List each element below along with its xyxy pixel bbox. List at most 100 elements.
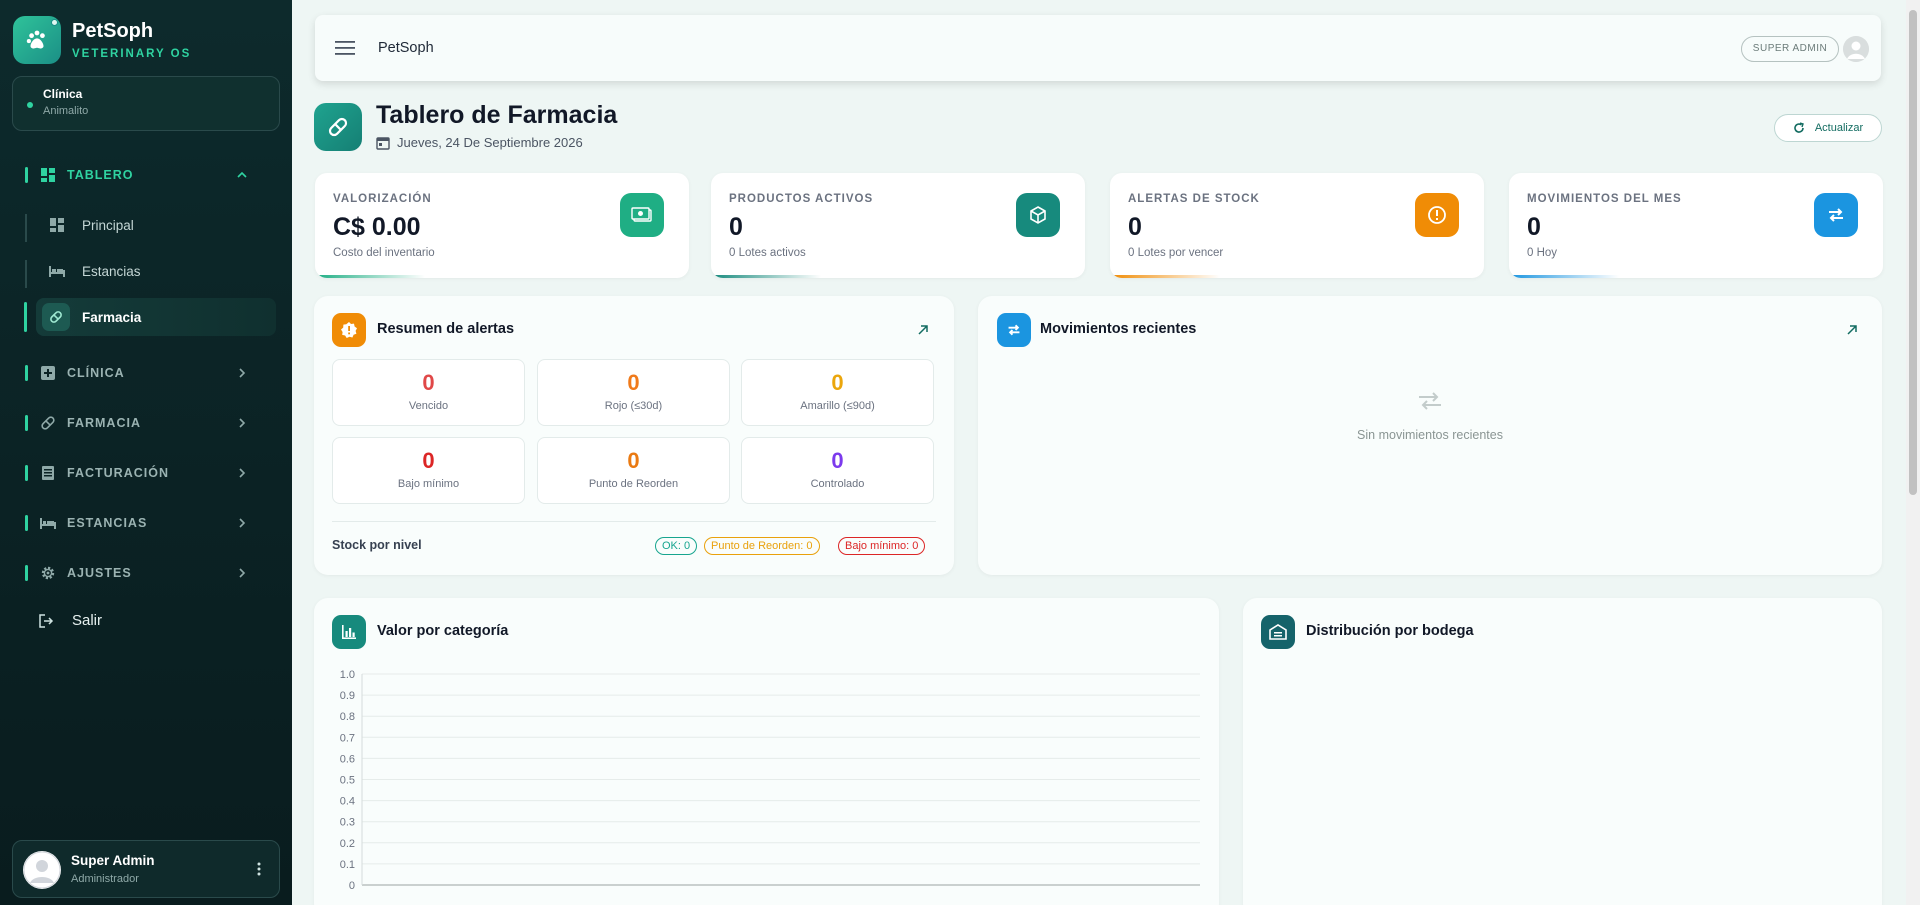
stock-tag-reorden: Punto de Reorden: 0 bbox=[704, 537, 820, 555]
brand-name: PetSoph bbox=[72, 20, 154, 42]
nav-label-estancias: ESTANCIAS bbox=[67, 516, 148, 530]
refresh-button[interactable]: Actualizar bbox=[1774, 114, 1882, 142]
stock-level-label: Stock por nivel bbox=[332, 538, 422, 552]
chevron-right-icon bbox=[239, 368, 246, 378]
nav-section-clinica[interactable]: CLÍNICA bbox=[0, 356, 292, 390]
accent-bar bbox=[315, 275, 425, 278]
alert-cell-vencido[interactable]: 0 Vencido bbox=[332, 359, 525, 426]
alert-count: 0 bbox=[831, 448, 844, 473]
pharmacy-icon bbox=[314, 103, 362, 151]
submenu-line bbox=[25, 260, 27, 288]
open-link-icon[interactable] bbox=[917, 324, 929, 336]
stat-label: VALORIZACIÓN bbox=[333, 193, 432, 205]
sidebar-item-label: Farmacia bbox=[82, 309, 142, 325]
user-role: Administrador bbox=[71, 873, 139, 885]
nav-section-estancias[interactable]: ESTANCIAS bbox=[0, 506, 292, 540]
category-chart: 1.0 0.9 0.8 0.7 0.6 0.5 0.4 0.3 0.2 0.1 0 bbox=[340, 669, 1200, 892]
topbar: PetSoph SUPER ADMIN bbox=[315, 15, 1881, 81]
sidebar-item-principal[interactable]: Principal bbox=[36, 206, 276, 244]
nav-label-ajustes: AJUSTES bbox=[67, 566, 132, 580]
more-vertical-icon[interactable] bbox=[257, 861, 261, 877]
bed-icon bbox=[40, 518, 56, 529]
chevron-right-icon bbox=[239, 568, 246, 578]
alert-cell-controlado[interactable]: 0 Controlado bbox=[741, 437, 934, 504]
status-dot bbox=[51, 19, 58, 26]
alert-count: 0 bbox=[422, 370, 435, 395]
gear-icon bbox=[41, 566, 55, 580]
logout-button[interactable]: Salir bbox=[38, 612, 102, 629]
stat-card-movimientos: MOVIMIENTOS DEL MES 0 0 Hoy bbox=[1509, 173, 1883, 278]
bed-icon bbox=[48, 262, 66, 280]
divider bbox=[332, 521, 936, 522]
nav-marker bbox=[25, 415, 28, 431]
menu-icon[interactable] bbox=[335, 41, 355, 55]
chevron-right-icon bbox=[239, 468, 246, 478]
user-profile[interactable]: Super Admin Administrador bbox=[12, 840, 280, 898]
stat-card-valorizacion: VALORIZACIÓN C$ 0.00 Costo del inventari… bbox=[315, 173, 689, 278]
scrollbar-thumb[interactable] bbox=[1909, 10, 1917, 495]
nav-section-farmacia[interactable]: FARMACIA bbox=[0, 406, 292, 440]
y-tick-label: 0.1 bbox=[340, 859, 355, 871]
alert-cell-bajo-minimo[interactable]: 0 Bajo mínimo bbox=[332, 437, 525, 504]
y-tick-label: 1.0 bbox=[340, 669, 355, 681]
nav-label-clinica: CLÍNICA bbox=[67, 366, 125, 380]
brand[interactable]: PetSoph VETERINARY OS bbox=[13, 16, 191, 64]
stat-label: MOVIMIENTOS DEL MES bbox=[1527, 193, 1682, 205]
sidebar-item-estancias[interactable]: Estancias bbox=[36, 252, 276, 290]
nav-marker bbox=[25, 565, 28, 581]
y-tick-label: 0.5 bbox=[340, 775, 355, 787]
alert-count: 0 bbox=[422, 448, 435, 473]
alerts-panel bbox=[314, 296, 954, 575]
warehouse-panel bbox=[1243, 598, 1882, 905]
stat-value: 0 bbox=[1527, 213, 1541, 241]
alert-cell-rojo[interactable]: 0 Rojo (≤30d) bbox=[537, 359, 730, 426]
y-tick-label: 0.8 bbox=[340, 711, 355, 723]
alert-cell-punto-reorden[interactable]: 0 Punto de Reorden bbox=[537, 437, 730, 504]
sidebar-item-farmacia[interactable]: Farmacia bbox=[36, 298, 276, 336]
accent-bar bbox=[711, 275, 821, 278]
bar-chart-icon bbox=[332, 615, 366, 649]
date-text: Jueves, 24 De Septiembre 2026 bbox=[397, 135, 583, 150]
alert-cell-amarillo[interactable]: 0 Amarillo (≤90d) bbox=[741, 359, 934, 426]
nav-marker bbox=[25, 515, 28, 531]
stat-card-alertas: ALERTAS DE STOCK 0 0 Lotes por vencer bbox=[1110, 173, 1484, 278]
clinic-status-dot bbox=[27, 102, 33, 108]
refresh-label: Actualizar bbox=[1814, 122, 1864, 134]
empty-state-text: Sin movimientos recientes bbox=[1357, 428, 1503, 442]
y-tick-label: 0.2 bbox=[340, 838, 355, 850]
alert-label: Controlado bbox=[810, 478, 865, 490]
accent-bar bbox=[1110, 275, 1220, 278]
swap-icon bbox=[1419, 392, 1441, 410]
active-marker bbox=[24, 302, 27, 332]
paw-logo-icon bbox=[13, 16, 61, 64]
box-icon bbox=[1016, 193, 1060, 237]
nav-section-ajustes[interactable]: AJUSTES bbox=[0, 556, 292, 590]
stat-value: 0 bbox=[1128, 213, 1142, 241]
role-badge[interactable]: SUPER ADMIN bbox=[1741, 36, 1839, 62]
stat-value: 0 bbox=[729, 213, 743, 241]
chevron-right-icon bbox=[239, 418, 246, 428]
logout-icon bbox=[39, 613, 54, 628]
avatar[interactable] bbox=[1843, 36, 1869, 62]
nav-section-facturacion[interactable]: FACTURACIÓN bbox=[0, 456, 292, 490]
alert-count: 0 bbox=[831, 370, 844, 395]
stat-card-productos: PRODUCTOS ACTIVOS 0 0 Lotes activos bbox=[711, 173, 1085, 278]
invoice-icon bbox=[42, 466, 54, 480]
alerts-title: Resumen de alertas bbox=[377, 321, 515, 337]
stat-value: C$ 0.00 bbox=[333, 213, 421, 241]
avatar bbox=[23, 851, 61, 889]
y-tick-label: 0.7 bbox=[340, 732, 355, 744]
accent-bar bbox=[1509, 275, 1619, 278]
stat-sub: 0 Lotes activos bbox=[729, 247, 806, 259]
category-chart-title: Valor por categoría bbox=[377, 623, 509, 639]
alert-label: Vencido bbox=[408, 400, 449, 412]
grid-icon bbox=[48, 216, 66, 234]
y-tick-label: 0.3 bbox=[340, 817, 355, 829]
open-link-icon[interactable] bbox=[1846, 324, 1858, 336]
nav-section-tablero[interactable]: TABLERO bbox=[0, 158, 292, 192]
clinic-selector[interactable]: Clínica Animalito bbox=[12, 76, 280, 131]
stat-label: PRODUCTOS ACTIVOS bbox=[729, 193, 874, 205]
medical-icon bbox=[41, 366, 55, 380]
calendar-icon bbox=[376, 136, 390, 150]
alert-label: Rojo (≤30d) bbox=[604, 400, 663, 412]
